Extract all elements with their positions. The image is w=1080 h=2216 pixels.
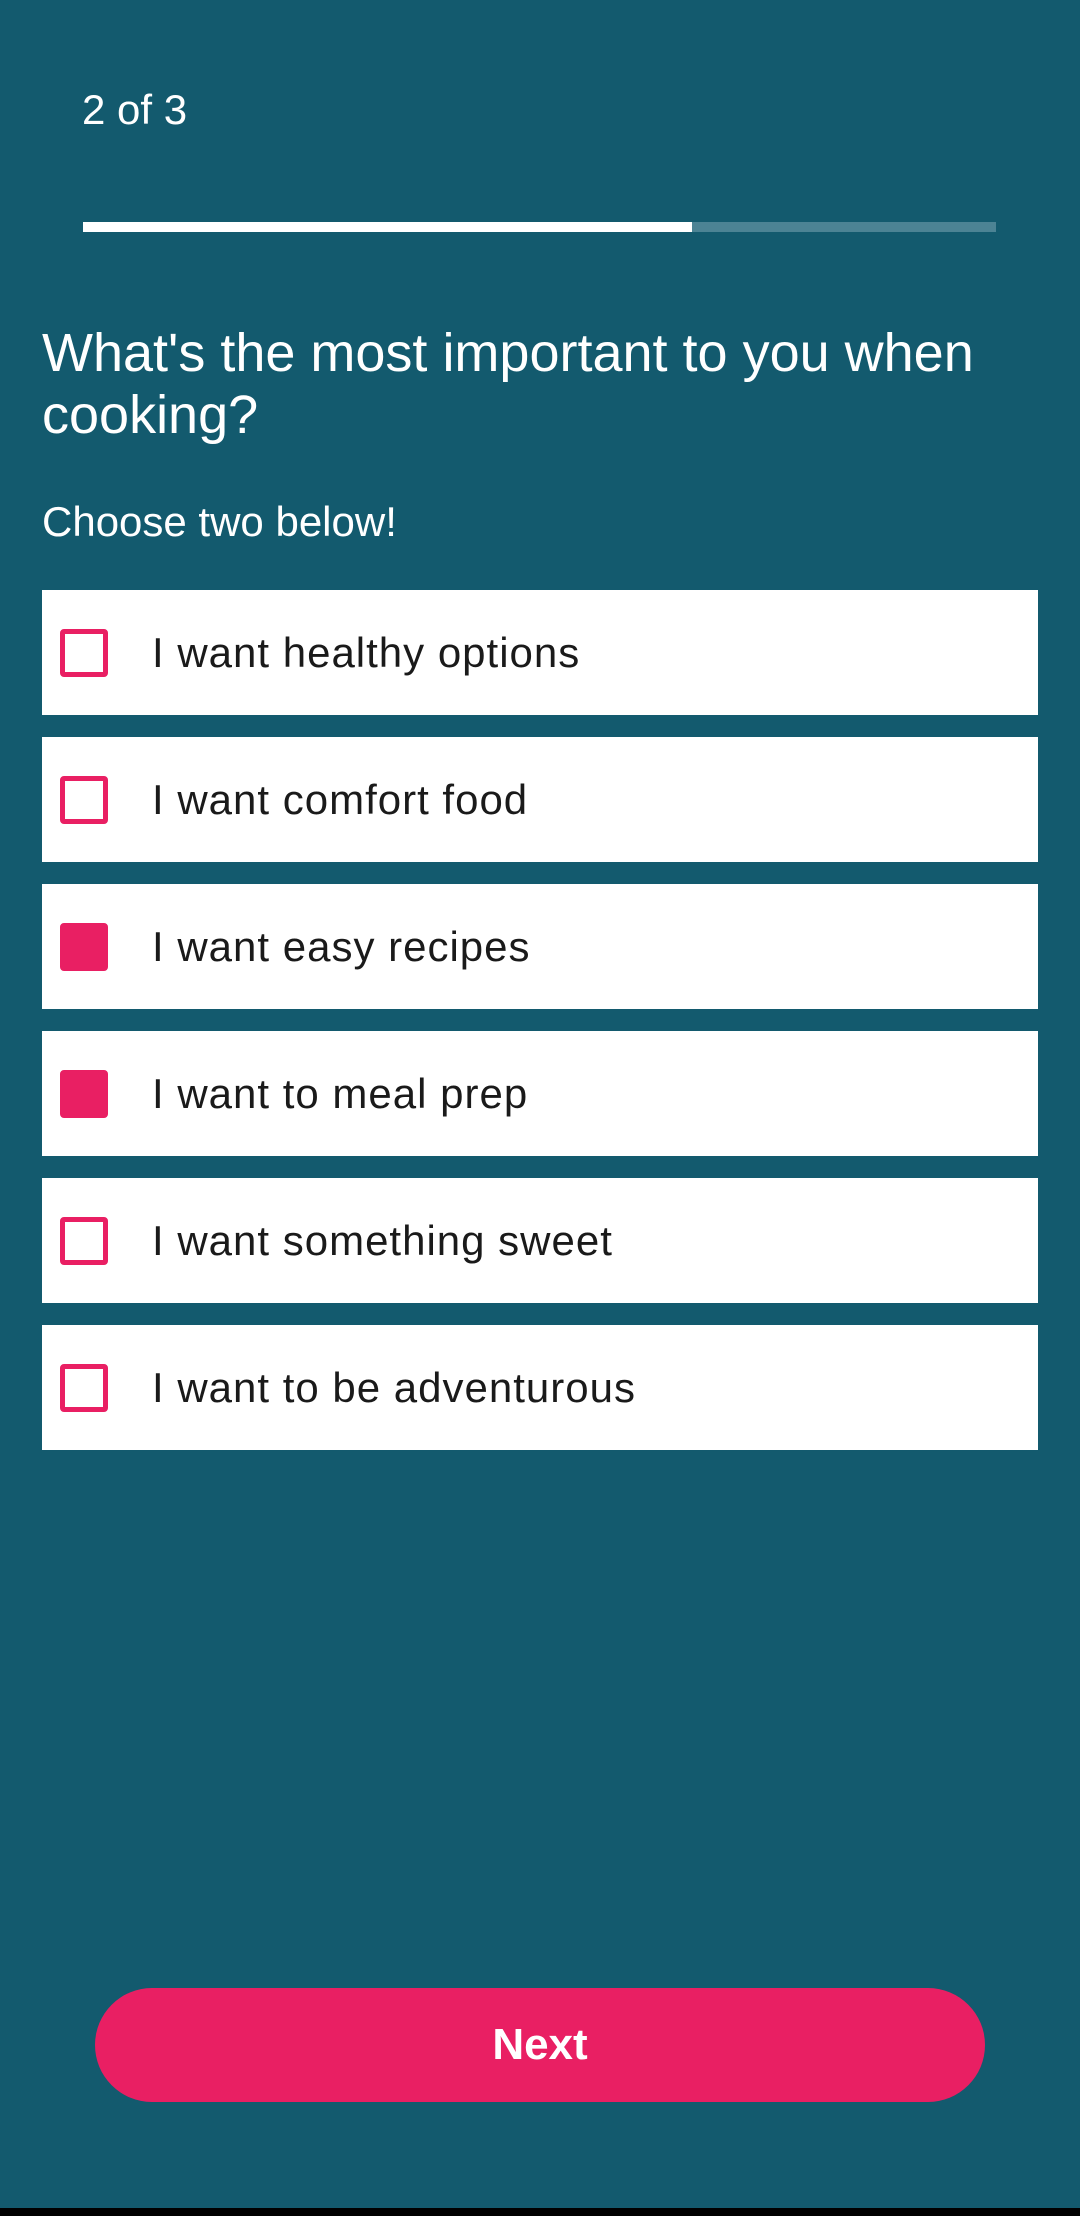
option-comfort-food[interactable]: I want comfort food xyxy=(42,737,1038,862)
option-be-adventurous[interactable]: I want to be adventurous xyxy=(42,1325,1038,1450)
option-label: I want comfort food xyxy=(152,775,529,823)
option-label: I want healthy options xyxy=(152,628,581,676)
option-label: I want to meal prep xyxy=(152,1069,529,1117)
checkbox[interactable] xyxy=(60,775,108,824)
option-label: I want something sweet xyxy=(152,1216,613,1264)
option-label: I want to be adventurous xyxy=(152,1363,636,1411)
option-label: I want easy recipes xyxy=(152,922,531,970)
checkbox[interactable] xyxy=(60,1363,108,1412)
option-easy-recipes[interactable]: I want easy recipes xyxy=(42,884,1038,1009)
option-something-sweet[interactable]: I want something sweet xyxy=(42,1178,1038,1303)
step-indicator: 2 of 3 xyxy=(82,86,188,133)
question-title: What's the most important to you when co… xyxy=(42,323,974,445)
question-subtitle: Choose two below! xyxy=(42,498,397,545)
next-button[interactable]: Next xyxy=(95,1988,985,2102)
options-list: I want healthy options I want comfort fo… xyxy=(42,590,1038,1472)
system-navigation-strip xyxy=(0,2208,1080,2216)
option-healthy-options[interactable]: I want healthy options xyxy=(42,590,1038,715)
checkbox[interactable] xyxy=(60,1216,108,1265)
checkbox[interactable] xyxy=(60,628,108,677)
progress-bar-fill xyxy=(83,222,692,232)
option-meal-prep[interactable]: I want to meal prep xyxy=(42,1031,1038,1156)
progress-bar xyxy=(83,222,996,232)
checkbox[interactable] xyxy=(60,1069,108,1118)
checkbox[interactable] xyxy=(60,922,108,971)
